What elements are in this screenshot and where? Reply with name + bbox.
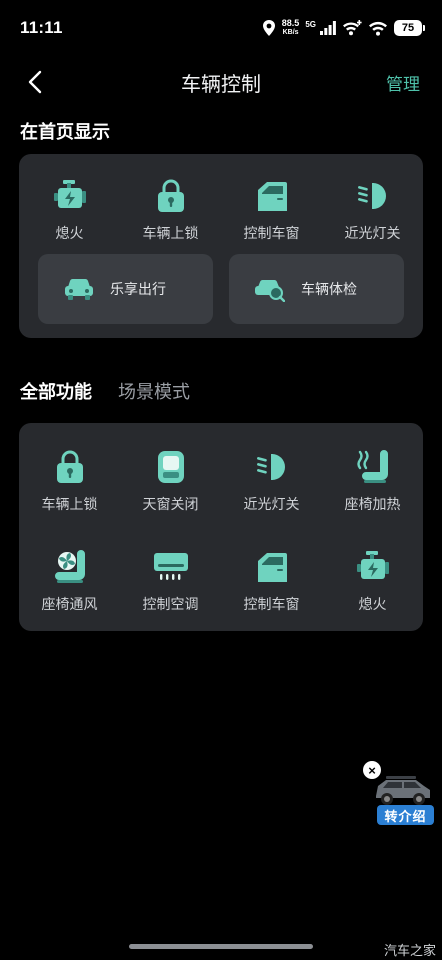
network-type: 5G — [305, 20, 316, 29]
air-conditioner-icon — [153, 549, 189, 585]
all-functions-panel: 车辆上锁 天窗关闭 近光灯关 座椅加热 座椅通风 控制空调 控制车窗 熄火 — [19, 423, 423, 631]
location-icon — [262, 20, 275, 36]
wifi-calling-icon — [343, 20, 362, 36]
seat-heat-icon — [355, 449, 391, 485]
function-tabs: 全部功能 场景模式 — [20, 378, 190, 404]
status-time: 11:11 — [20, 18, 63, 37]
battery-level: 75 — [401, 22, 415, 34]
tab-all-functions[interactable]: 全部功能 — [20, 378, 92, 404]
home-grid: 熄火 车辆上锁 控制车窗 近光灯关 — [19, 178, 423, 243]
all-functions-row-2: 座椅通风 控制空调 控制车窗 熄火 — [19, 549, 423, 614]
function-item-air-conditioner[interactable]: 控制空调 — [120, 549, 221, 614]
function-item-seat-heat[interactable]: 座椅加热 — [322, 449, 423, 514]
home-item-window[interactable]: 控制车窗 — [221, 178, 322, 243]
battery-icon: 75 — [394, 20, 425, 36]
page-title: 车辆控制 — [181, 73, 261, 96]
cellular-signal-icon — [320, 21, 336, 35]
function-item-seat-vent[interactable]: 座椅通风 — [19, 549, 120, 614]
engine-icon — [355, 549, 391, 585]
referral-promo[interactable]: 转介绍 × — [362, 760, 438, 826]
car-check-icon — [255, 274, 285, 304]
car-window-icon — [254, 549, 290, 585]
function-item-lock[interactable]: 车辆上锁 — [19, 449, 120, 514]
low-beam-icon — [355, 178, 391, 214]
home-item-label: 车辆上锁 — [142, 225, 199, 241]
all-functions-row-1: 车辆上锁 天窗关闭 近光灯关 座椅加热 — [19, 449, 423, 514]
suv-car-icon — [376, 776, 430, 805]
lock-icon — [52, 449, 88, 485]
network-speed: 88.5 KB/s — [282, 19, 300, 37]
referral-badge: 转介绍 — [377, 805, 434, 825]
function-item-label: 控制空调 — [142, 596, 199, 612]
network-speed-unit: KB/s — [282, 29, 299, 36]
wifi-icon — [369, 21, 387, 36]
home-item-engine-off[interactable]: 熄火 — [19, 178, 120, 243]
function-item-engine-off[interactable]: 熄火 — [322, 549, 423, 614]
tile-label: 车辆体检 — [301, 281, 357, 297]
function-item-label: 座椅加热 — [344, 496, 401, 512]
watermark: 汽车之家 — [383, 943, 436, 958]
car-front-icon — [64, 274, 94, 304]
function-item-label: 控制车窗 — [243, 596, 300, 612]
nav-bar: 车辆控制 管理 — [0, 60, 442, 104]
seat-vent-icon — [52, 549, 88, 585]
function-item-label: 熄火 — [358, 596, 387, 612]
tab-scene-mode[interactable]: 场景模式 — [118, 378, 190, 404]
function-item-sunroof[interactable]: 天窗关闭 — [120, 449, 221, 514]
close-icon[interactable]: × — [363, 761, 381, 779]
home-item-label: 近光灯关 — [344, 225, 401, 241]
function-item-label: 座椅通风 — [41, 596, 98, 612]
function-item-window[interactable]: 控制车窗 — [221, 549, 322, 614]
home-item-label: 熄火 — [55, 225, 84, 241]
tile-label: 乐享出行 — [110, 281, 166, 297]
lock-icon — [153, 178, 189, 214]
function-item-label: 近光灯关 — [243, 496, 300, 512]
home-item-label: 控制车窗 — [243, 225, 300, 241]
low-beam-icon — [254, 449, 290, 485]
engine-icon — [52, 178, 88, 214]
home-panel: 熄火 车辆上锁 控制车窗 近光灯关 乐享出行 车辆体检 — [19, 154, 423, 338]
status-icons: 88.5 KB/s 5G 75 — [262, 19, 425, 37]
function-item-label: 车辆上锁 — [41, 496, 98, 512]
home-item-low-beam[interactable]: 近光灯关 — [322, 178, 423, 243]
tile-enjoy-travel[interactable]: 乐享出行 — [38, 254, 213, 324]
manage-button[interactable]: 管理 — [386, 70, 420, 95]
home-item-lock[interactable]: 车辆上锁 — [120, 178, 221, 243]
car-window-icon — [254, 178, 290, 214]
status-bar: 11:11 88.5 KB/s 5G 75 — [0, 0, 442, 56]
network-speed-value: 88.5 — [281, 18, 300, 28]
sunroof-icon — [153, 449, 189, 485]
back-button[interactable] — [22, 68, 50, 96]
function-item-label: 天窗关闭 — [142, 496, 199, 512]
tile-vehicle-check[interactable]: 车辆体检 — [229, 254, 404, 324]
home-section-title: 在首页显示 — [20, 122, 110, 142]
function-item-low-beam[interactable]: 近光灯关 — [221, 449, 322, 514]
home-indicator[interactable] — [129, 944, 313, 949]
